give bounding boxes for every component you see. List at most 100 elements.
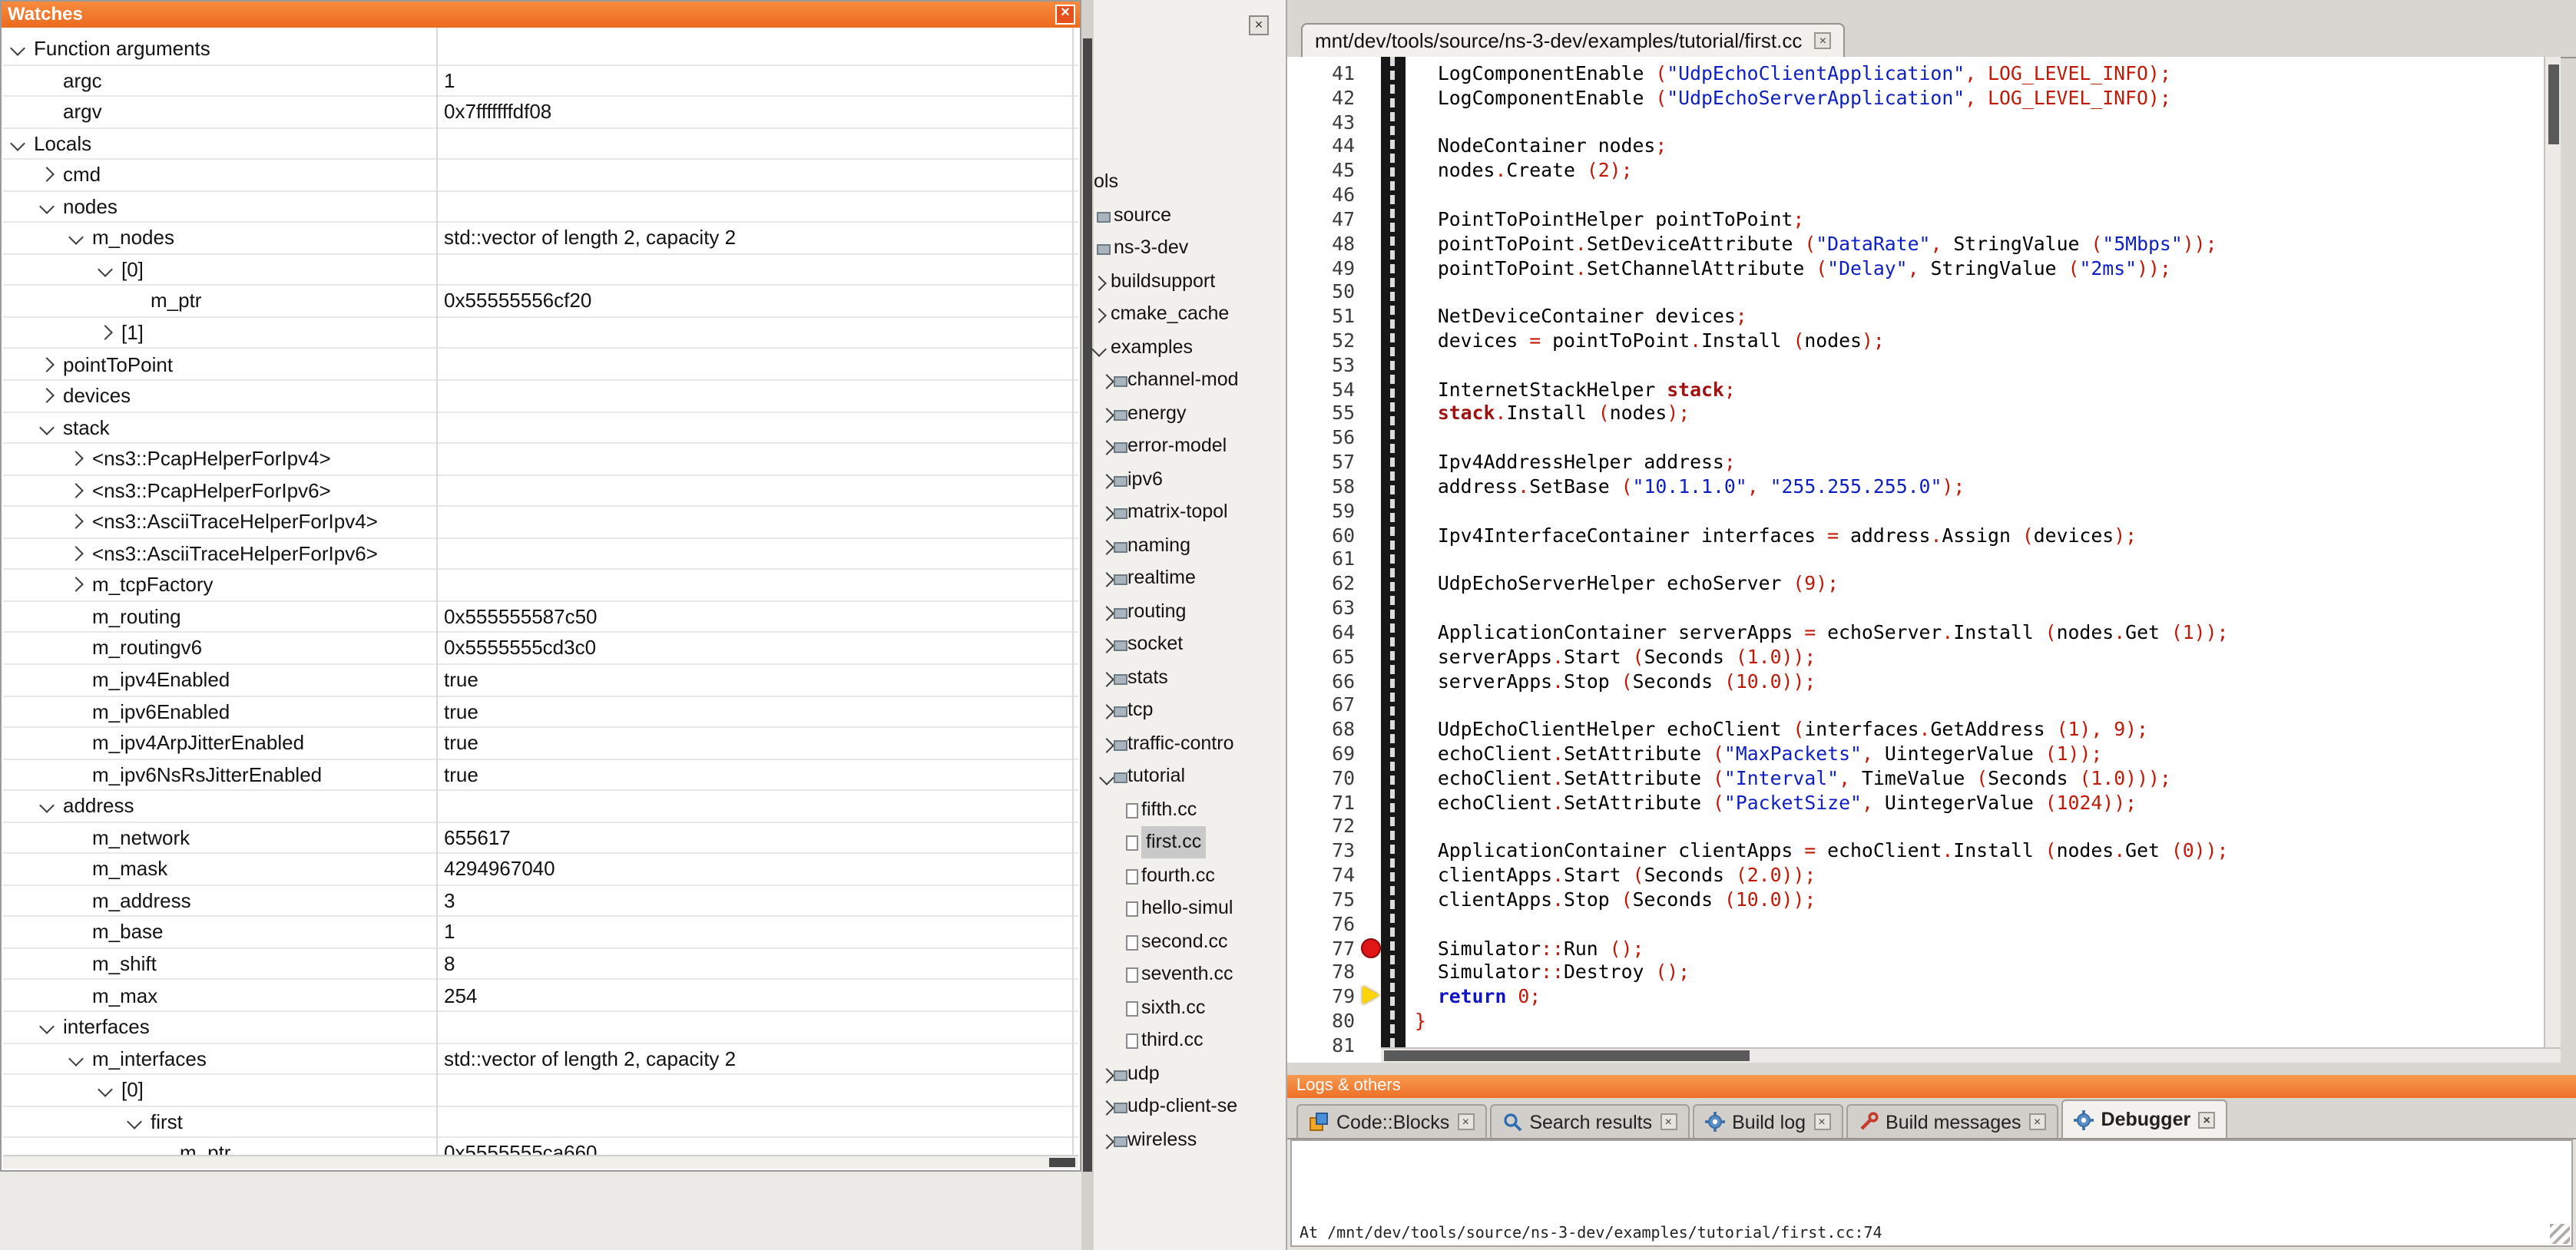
line-number[interactable]: 62 — [1287, 571, 1355, 596]
code-text[interactable]: PointToPointHelper pointToPoint; — [1415, 207, 1804, 232]
tree-item-tcp[interactable]: tcp — [1094, 694, 1286, 727]
line-number[interactable]: 78 — [1287, 961, 1355, 985]
tree-item-buildsupport[interactable]: buildsupport — [1094, 265, 1286, 298]
line-number[interactable]: 42 — [1287, 86, 1355, 111]
code-text[interactable]: Simulator::Run (); — [1415, 936, 1644, 961]
line-number[interactable]: 75 — [1287, 888, 1355, 912]
code-text[interactable]: serverApps.Stop (Seconds (10.0)); — [1415, 669, 1816, 693]
line-number[interactable]: 65 — [1287, 644, 1355, 669]
watches-column-divider[interactable] — [436, 28, 438, 1156]
close-icon[interactable]: × — [1814, 32, 1831, 49]
line-number[interactable]: 48 — [1287, 231, 1355, 256]
tree-item-matrix-topol[interactable]: matrix-topol — [1094, 496, 1286, 529]
line-number[interactable]: 44 — [1287, 134, 1355, 159]
tree-item-routing[interactable]: routing — [1094, 595, 1286, 628]
code-text[interactable]: Ipv4InterfaceContainer interfaces = addr… — [1415, 523, 2137, 547]
code-text[interactable]: ApplicationContainer serverApps = echoSe… — [1415, 620, 2228, 645]
expand-chevron-icon[interactable] — [68, 577, 84, 593]
collapse-chevron-icon[interactable] — [1099, 770, 1114, 785]
expand-chevron-icon[interactable] — [68, 546, 84, 561]
line-number[interactable]: 54 — [1287, 377, 1355, 402]
code-text[interactable]: devices = pointToPoint.Install (nodes); — [1415, 329, 1885, 353]
line-number[interactable]: 70 — [1287, 766, 1355, 791]
collapse-chevron-icon[interactable] — [68, 1050, 84, 1066]
watch-row[interactable]: m_max254 — [3, 980, 1078, 1012]
watch-row[interactable]: [1] — [3, 318, 1078, 349]
code-text[interactable]: LogComponentEnable ("UdpEchoClientApplic… — [1415, 61, 2171, 86]
tree-item-traffic-contro[interactable]: traffic-contro — [1094, 727, 1286, 760]
line-number[interactable]: 74 — [1287, 863, 1355, 888]
expand-chevron-icon[interactable] — [68, 482, 84, 498]
watch-row[interactable]: [0] — [3, 1075, 1078, 1106]
expand-chevron-icon[interactable] — [1099, 506, 1114, 521]
line-number[interactable]: 41 — [1287, 61, 1355, 86]
logs-tab-code-blocks[interactable]: Code::Blocks× — [1296, 1104, 1486, 1138]
tree-item-sixth-cc[interactable]: sixth.cc — [1094, 991, 1286, 1024]
watch-row[interactable]: nodes — [3, 192, 1078, 223]
code-text[interactable]: clientApps.Stop (Seconds (10.0)); — [1415, 888, 1816, 912]
code-text[interactable]: return 0; — [1415, 984, 1541, 1009]
watch-row[interactable]: m_ipv6Enabledtrue — [3, 696, 1078, 728]
line-number[interactable]: 72 — [1287, 815, 1355, 839]
expand-chevron-icon[interactable] — [1099, 1100, 1114, 1116]
expand-chevron-icon[interactable] — [1099, 374, 1114, 389]
tree-item-socket[interactable]: socket — [1094, 628, 1286, 661]
code-text[interactable]: NetDeviceContainer devices; — [1415, 304, 1747, 329]
watch-row[interactable]: Locals — [3, 128, 1078, 160]
tree-item-ipv6[interactable]: ipv6 — [1094, 463, 1286, 496]
expand-chevron-icon[interactable] — [1099, 671, 1114, 686]
collapse-chevron-icon[interactable] — [68, 230, 84, 246]
line-number[interactable]: 63 — [1287, 596, 1355, 620]
code-text[interactable]: } — [1415, 1009, 1426, 1033]
line-number[interactable]: 71 — [1287, 790, 1355, 815]
expand-chevron-icon[interactable] — [98, 325, 113, 340]
code-area[interactable]: 41 LogComponentEnable ("UdpEchoClientApp… — [1287, 57, 2561, 1063]
code-text[interactable]: LogComponentEnable ("UdpEchoServerApplic… — [1415, 86, 2171, 111]
tree-item-cmake-cache[interactable]: cmake_cache — [1094, 298, 1286, 331]
logs-tab-debugger[interactable]: Debugger× — [2061, 1100, 2228, 1138]
line-number[interactable]: 61 — [1287, 547, 1355, 572]
watches-column-divider-2[interactable] — [1072, 28, 1074, 1156]
code-text[interactable]: UdpEchoServerHelper echoServer (9); — [1415, 571, 1839, 596]
collapse-chevron-icon[interactable] — [127, 1113, 142, 1129]
line-number[interactable]: 47 — [1287, 207, 1355, 232]
watch-row[interactable]: Function arguments — [3, 34, 1078, 65]
watch-row[interactable]: <ns3::AsciiTraceHelperForIpv4> — [3, 508, 1078, 539]
line-number[interactable]: 45 — [1287, 159, 1355, 184]
tree-item-channel-mod[interactable]: channel-mod — [1094, 364, 1286, 397]
watch-row[interactable]: cmd — [3, 160, 1078, 191]
line-number[interactable]: 77 — [1287, 936, 1355, 961]
code-text[interactable]: echoClient.SetAttribute ("Interval", Tim… — [1415, 766, 2171, 791]
editor-tab-first-cc[interactable]: mnt/dev/tools/source/ns-3-dev/examples/t… — [1301, 23, 1845, 57]
code-text[interactable]: echoClient.SetAttribute ("MaxPackets", U… — [1415, 742, 2102, 766]
line-number[interactable]: 55 — [1287, 402, 1355, 426]
tree-item-third-cc[interactable]: third.cc — [1094, 1024, 1286, 1057]
tree-item-fourth-cc[interactable]: fourth.cc — [1094, 859, 1286, 892]
watch-row[interactable]: m_address3 — [3, 886, 1078, 918]
resize-grip[interactable] — [2550, 1224, 2570, 1244]
logs-tab-search-results[interactable]: Search results× — [1489, 1104, 1689, 1138]
line-number[interactable]: 59 — [1287, 499, 1355, 524]
code-text[interactable]: NodeContainer nodes; — [1415, 134, 1667, 159]
logs-tab-build-messages[interactable]: Build messages× — [1846, 1104, 2058, 1138]
line-number[interactable]: 69 — [1287, 742, 1355, 766]
watch-row[interactable]: stack — [3, 412, 1078, 444]
watch-row[interactable]: first — [3, 1106, 1078, 1138]
line-number[interactable]: 80 — [1287, 1009, 1355, 1033]
watch-row[interactable]: <ns3::PcapHelperForIpv6> — [3, 475, 1078, 507]
tree-item-wireless[interactable]: wireless — [1094, 1123, 1286, 1156]
code-text[interactable]: pointToPoint.SetChannelAttribute ("Delay… — [1415, 256, 2171, 280]
code-text[interactable]: address.SetBase ("10.1.1.0", "255.255.25… — [1415, 475, 1965, 499]
watch-row[interactable]: m_base1 — [3, 918, 1078, 949]
line-number[interactable]: 73 — [1287, 838, 1355, 863]
expand-chevron-icon[interactable] — [1099, 407, 1114, 422]
line-number[interactable]: 43 — [1287, 110, 1355, 134]
watch-row[interactable]: m_ptr0x5555555ca660 — [3, 1139, 1078, 1157]
tree-item-ns-3-dev[interactable]: ns-3-dev — [1094, 232, 1286, 265]
watch-row[interactable]: m_interfacesstd::vector of length 2, cap… — [3, 1043, 1078, 1075]
watch-row[interactable]: m_routing0x555555587c50 — [3, 602, 1078, 633]
watches-titlebar[interactable]: Watches × — [2, 2, 1080, 28]
expand-chevron-icon[interactable] — [1099, 737, 1114, 752]
collapse-chevron-icon[interactable] — [1091, 341, 1107, 356]
watch-row[interactable]: m_mask4294967040 — [3, 855, 1078, 886]
